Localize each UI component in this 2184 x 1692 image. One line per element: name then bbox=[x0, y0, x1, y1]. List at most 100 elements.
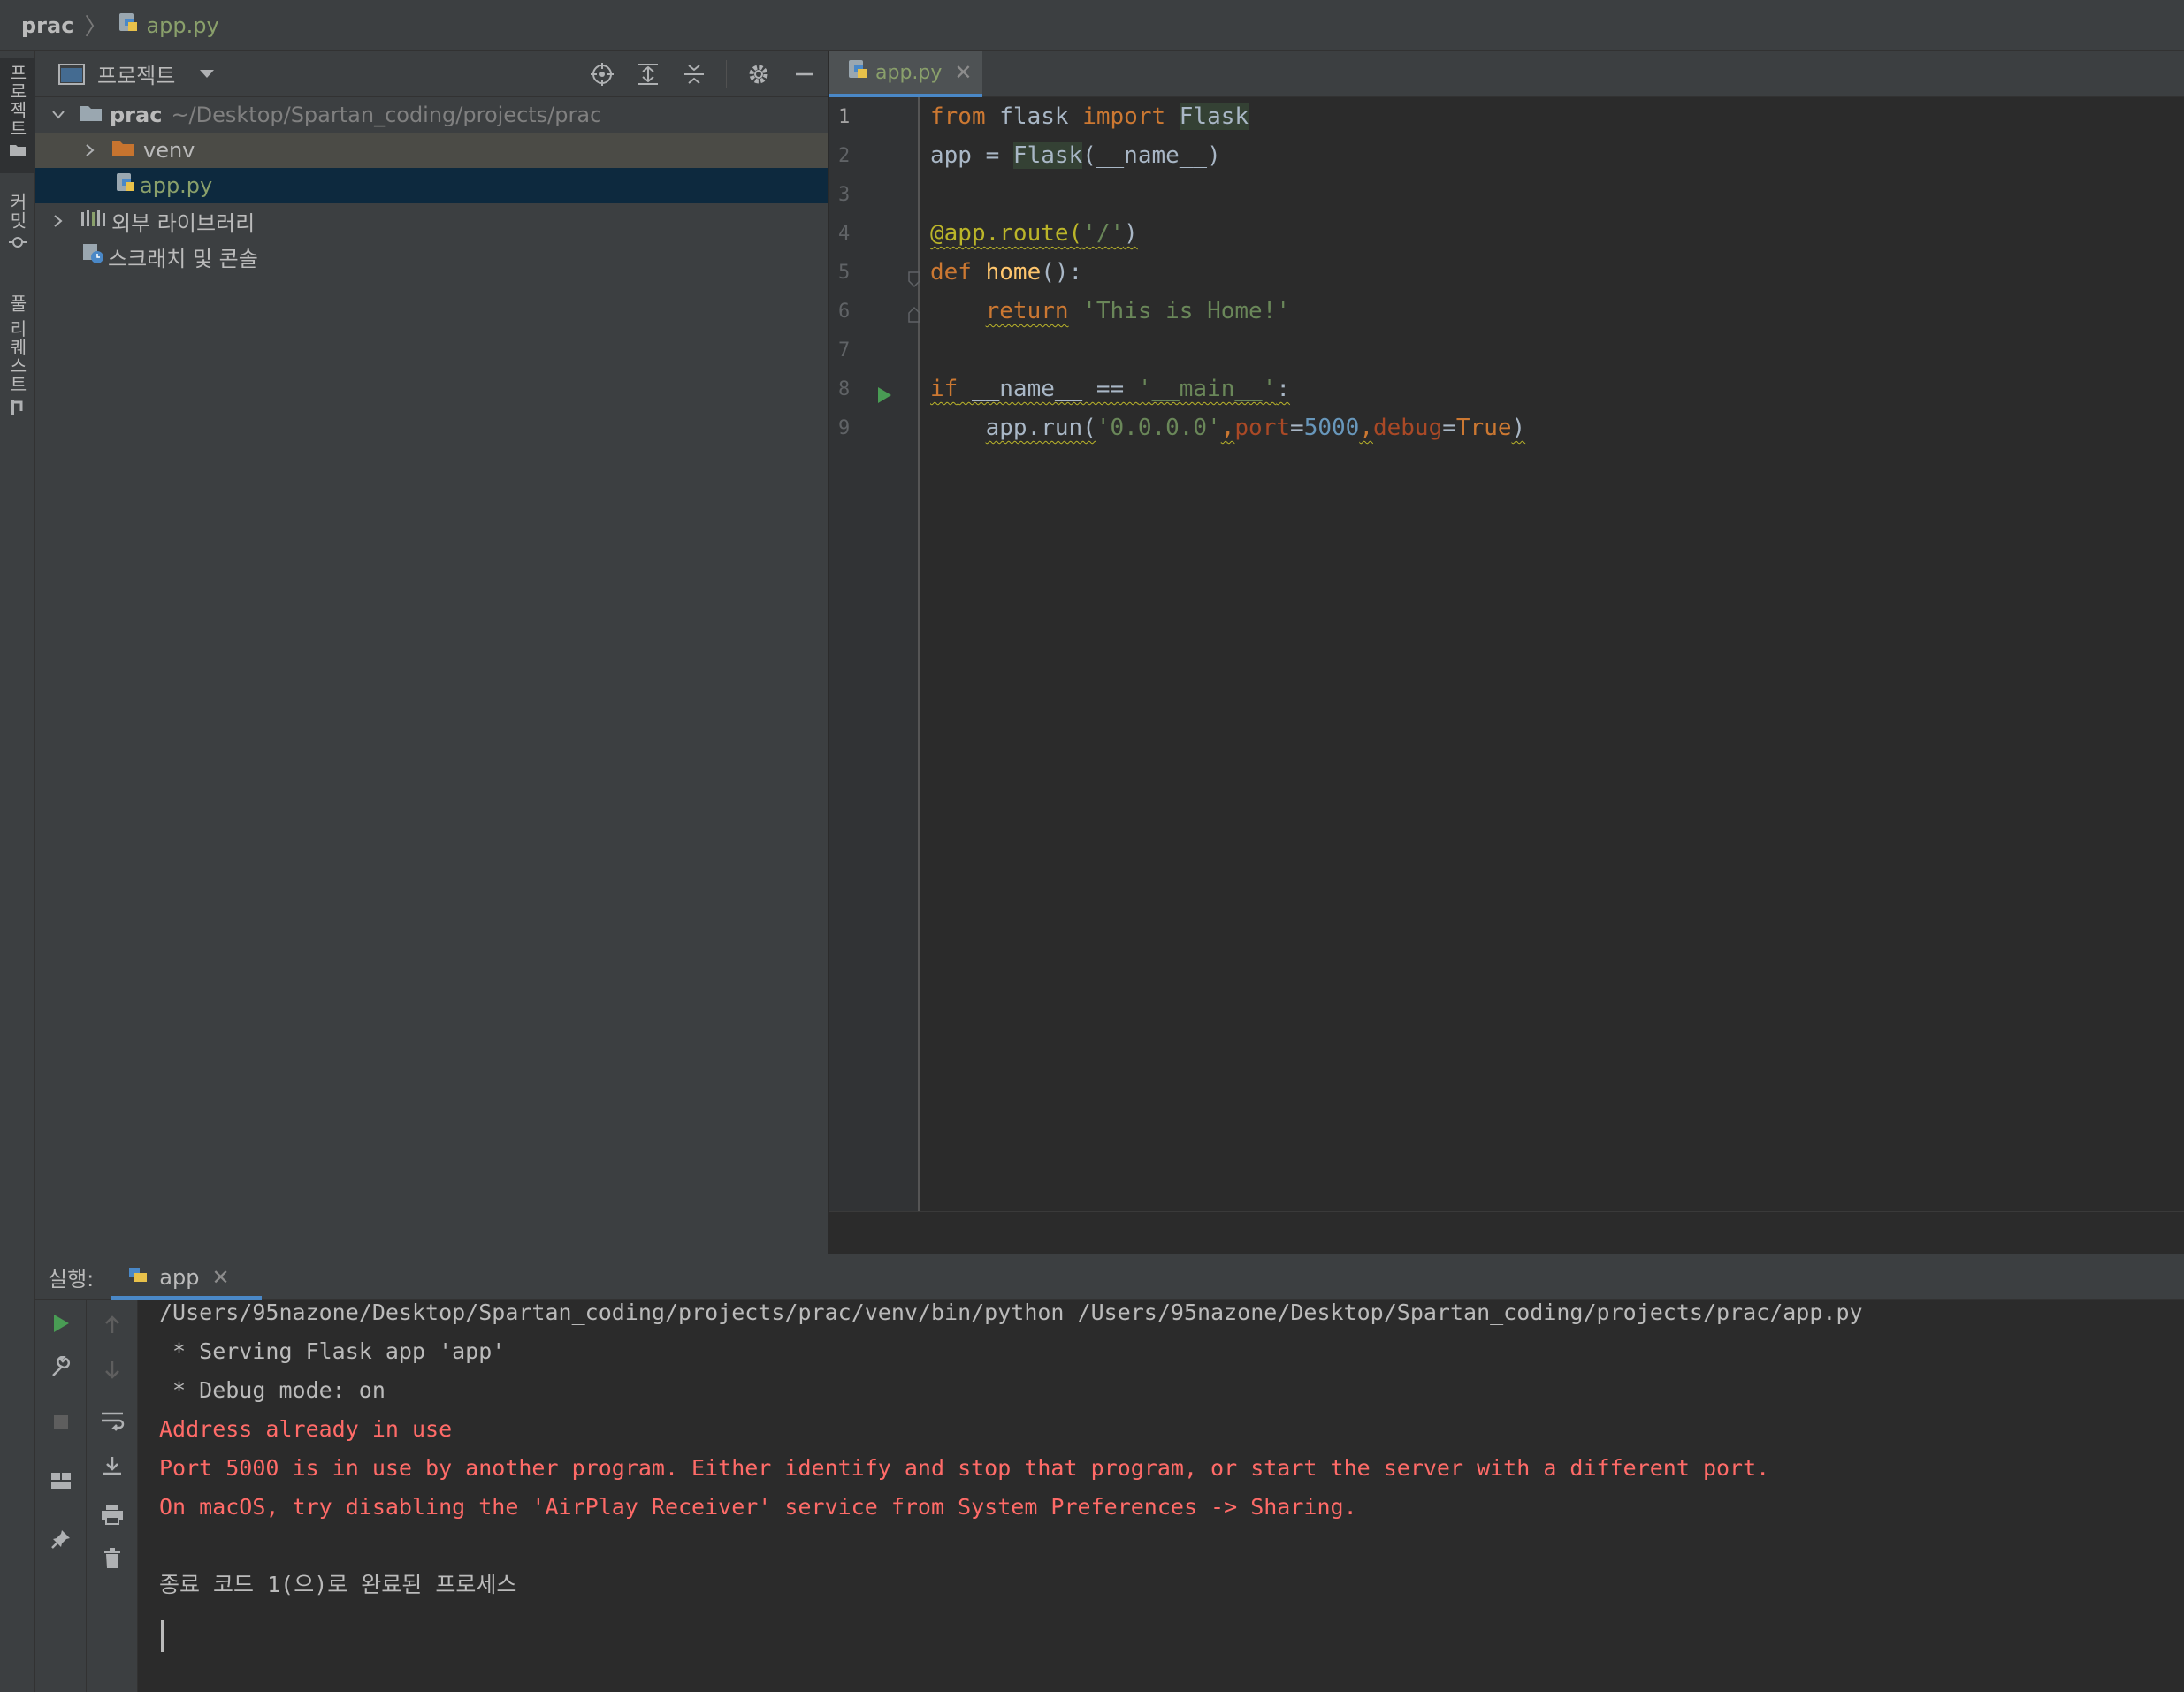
arrow-up-icon[interactable] bbox=[98, 1311, 126, 1339]
line-number: 2 bbox=[838, 145, 851, 167]
code-token: app = bbox=[930, 142, 1013, 169]
code-token: , bbox=[1220, 415, 1235, 441]
python-file-icon bbox=[118, 11, 139, 40]
soft-wrap-icon[interactable] bbox=[98, 1406, 126, 1435]
fold-icon[interactable] bbox=[907, 271, 921, 292]
tree-item-venv[interactable]: venv bbox=[35, 133, 828, 168]
folder-icon bbox=[10, 145, 26, 156]
arrow-down-icon[interactable] bbox=[98, 1355, 126, 1383]
project-window-icon bbox=[58, 63, 85, 85]
code-token: debug bbox=[1372, 415, 1443, 441]
tree-external-label: 외부 라이브러리 bbox=[111, 210, 256, 236]
stripe-project-label: 프로젝트 bbox=[6, 64, 28, 138]
console-error-line: Address already in use bbox=[159, 1416, 453, 1442]
console-line: * Debug mode: on bbox=[159, 1377, 386, 1403]
code-token: '0.0.0.0' bbox=[1096, 415, 1221, 441]
code-token: ) bbox=[1124, 220, 1138, 247]
breadcrumb-separator: 〉 bbox=[84, 14, 108, 41]
folder-icon bbox=[111, 138, 134, 163]
code-token: (__name__) bbox=[1082, 142, 1221, 169]
stripe-pull-requests-button[interactable]: 풀 리퀘스트 bbox=[0, 294, 35, 418]
toolbar-divider bbox=[726, 60, 727, 88]
left-tool-stripe: 프로젝트 커밋 풀 리퀘스트 bbox=[0, 51, 35, 1692]
navigation-bar: prac 〉 app.py bbox=[0, 0, 2184, 51]
chevron-down-icon[interactable] bbox=[200, 70, 215, 78]
pin-icon[interactable] bbox=[47, 1525, 75, 1553]
line-number: 8 bbox=[838, 378, 851, 400]
tree-item-app-py[interactable]: app.py bbox=[35, 168, 828, 203]
project-panel-title[interactable]: 프로젝트 bbox=[97, 58, 175, 89]
line-number: 9 bbox=[838, 417, 851, 439]
library-icon bbox=[80, 209, 106, 233]
python-icon bbox=[126, 1262, 150, 1292]
breadcrumb-file[interactable]: app.py bbox=[146, 13, 218, 38]
code-editor: app.py ✕ 1 2 3 4 5 6 7 8 9 from flask im… bbox=[829, 51, 2184, 1254]
stripe-project-button[interactable]: 프로젝트 bbox=[0, 58, 35, 173]
editor-bottom-strip bbox=[829, 1211, 2184, 1254]
code-token: from bbox=[930, 103, 986, 130]
layout-icon[interactable] bbox=[47, 1467, 75, 1495]
code-token: True bbox=[1455, 415, 1512, 441]
console-exit-line: 종료 코드 1(으)로 완료된 프로세스 bbox=[159, 1572, 517, 1597]
scratches-icon bbox=[81, 242, 106, 271]
project-tree: prac ~/Desktop/Spartan_coding/projects/p… bbox=[35, 97, 828, 274]
editor-tab-bar: app.py ✕ bbox=[829, 51, 2184, 97]
trash-icon[interactable] bbox=[98, 1544, 126, 1573]
collapse-all-icon[interactable] bbox=[680, 60, 708, 88]
tree-item-scratches[interactable]: 스크래치 및 콘솔 bbox=[35, 239, 828, 274]
code-line: app = Flask(__name__) bbox=[930, 136, 1221, 175]
rerun-icon[interactable] bbox=[47, 1309, 75, 1338]
close-icon[interactable]: ✕ bbox=[211, 1265, 229, 1290]
code-token: : bbox=[1276, 376, 1291, 402]
close-icon[interactable]: ✕ bbox=[954, 60, 972, 85]
wrench-icon[interactable] bbox=[47, 1353, 75, 1382]
tree-item-root[interactable]: prac ~/Desktop/Spartan_coding/projects/p… bbox=[35, 97, 828, 133]
code-token: = bbox=[1290, 415, 1304, 441]
console-error-line: Port 5000 is in use by another program. … bbox=[159, 1455, 1770, 1481]
code-token: 5000 bbox=[1303, 415, 1360, 441]
line-number-gutter: 1 2 3 4 5 6 7 8 9 bbox=[829, 97, 920, 1211]
breadcrumb-project[interactable]: prac bbox=[21, 13, 73, 38]
code-token: if bbox=[930, 376, 958, 402]
chevron-right-icon[interactable] bbox=[50, 212, 67, 230]
code-line: app.run('0.0.0.0',port=5000,debug=True) bbox=[930, 408, 1526, 447]
scroll-to-end-icon[interactable] bbox=[98, 1452, 126, 1481]
editor-tab-label: app.py bbox=[875, 61, 943, 84]
tree-item-external-libraries[interactable]: 외부 라이브러리 bbox=[35, 203, 828, 239]
run-toolbar-primary bbox=[35, 1300, 87, 1692]
project-panel-header: 프로젝트 bbox=[35, 51, 828, 97]
project-panel-toolbar bbox=[588, 51, 819, 97]
line-number: 3 bbox=[838, 184, 851, 206]
code-token: import bbox=[1082, 103, 1166, 130]
run-toolbar-secondary bbox=[87, 1300, 138, 1692]
stripe-commit-label: 커밋 bbox=[6, 193, 28, 230]
stop-icon[interactable] bbox=[47, 1408, 75, 1437]
commit-icon bbox=[9, 237, 27, 248]
run-panel-label: 실행: bbox=[48, 1267, 95, 1292]
locate-icon[interactable] bbox=[588, 60, 616, 88]
console-line: * Serving Flask app 'app' bbox=[159, 1338, 506, 1364]
code-token: flask bbox=[985, 103, 1083, 130]
project-panel: 프로젝트 prac ~/Desktop/Spartan_coding/proje… bbox=[35, 51, 829, 1254]
code-token: def bbox=[930, 259, 972, 286]
print-icon[interactable] bbox=[98, 1500, 126, 1528]
code-token: app.run( bbox=[985, 415, 1096, 441]
minimize-icon[interactable] bbox=[790, 60, 819, 88]
chevron-right-icon[interactable] bbox=[81, 141, 99, 159]
code-token: '/' bbox=[1082, 220, 1125, 247]
run-gutter-icon[interactable] bbox=[875, 385, 893, 408]
editor-tab-app-py[interactable]: app.py ✕ bbox=[829, 51, 982, 97]
expand-all-icon[interactable] bbox=[634, 60, 662, 88]
gear-icon[interactable] bbox=[745, 60, 773, 88]
code-line: def home(): bbox=[930, 253, 1082, 292]
line-number: 5 bbox=[838, 262, 851, 284]
chevron-down-icon[interactable] bbox=[50, 106, 67, 124]
fold-end-icon[interactable] bbox=[907, 306, 921, 327]
stripe-commit-button[interactable]: 커밋 bbox=[0, 193, 35, 263]
code-token: port bbox=[1234, 415, 1291, 441]
code-token: = bbox=[1442, 415, 1456, 441]
line-number: 7 bbox=[838, 339, 851, 362]
code-token: __name__ == bbox=[958, 376, 1138, 402]
tree-file-label: app.py bbox=[140, 173, 213, 198]
run-panel: 실행: app ✕ /Users/95nazone/Desktop/Sparta… bbox=[35, 1254, 2184, 1692]
